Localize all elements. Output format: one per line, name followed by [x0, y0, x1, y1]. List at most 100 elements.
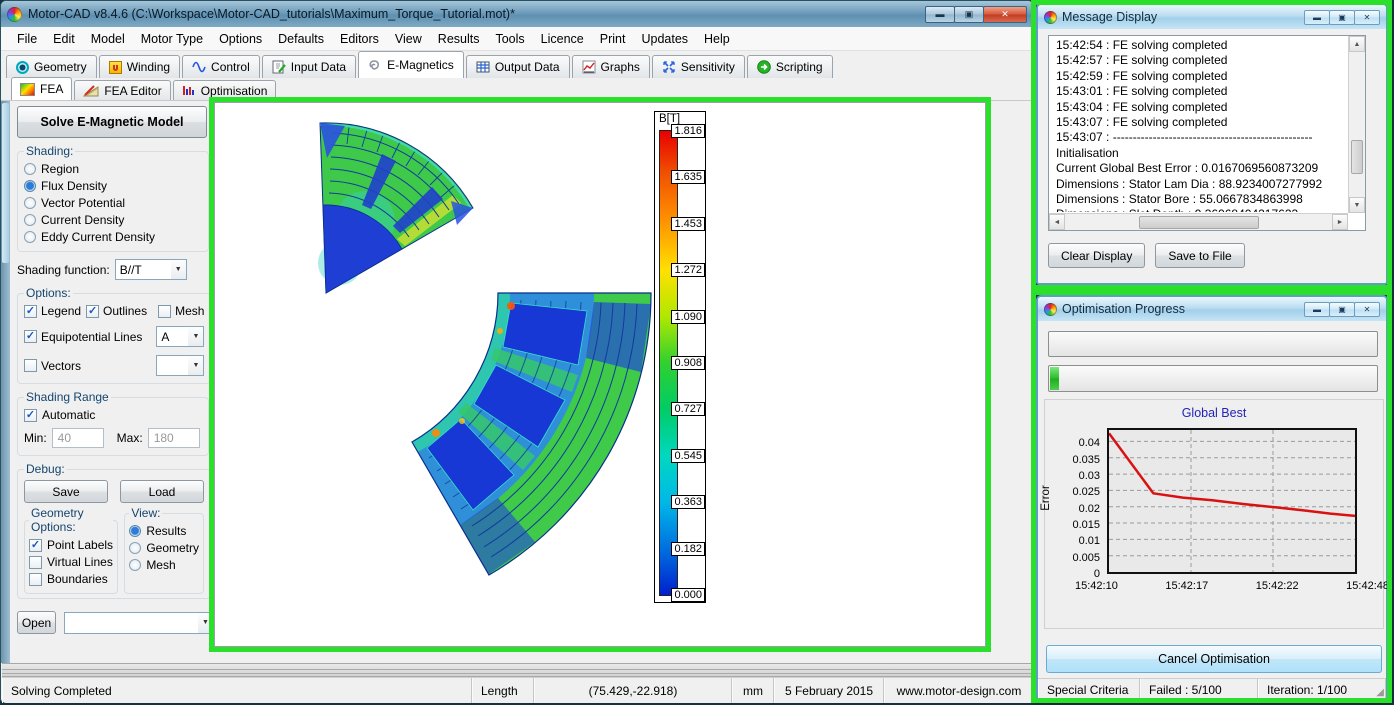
plot-area — [1107, 428, 1357, 574]
log-vscrollbar[interactable]: ▲ ▼ — [1348, 36, 1365, 213]
sidebar-scrollbar[interactable] — [1, 101, 10, 663]
log-line: Dimensions : Slot Depth : 9.369684042176… — [1056, 207, 1347, 212]
outlines-checkbox[interactable]: ✓Outlines — [86, 304, 147, 318]
radio-vector-potential[interactable]: Vector Potential — [24, 196, 202, 210]
tab-sensitivity[interactable]: Sensitivity — [652, 55, 745, 78]
close-icon[interactable]: ✕ — [983, 6, 1027, 23]
tab-geometry[interactable]: Geometry — [6, 55, 97, 78]
radio-results[interactable]: Results — [129, 524, 199, 538]
automatic-checkbox[interactable]: ✓Automatic — [24, 408, 202, 422]
legend-ticks: 1.8161.6351.4531.2721.0900.9080.7270.545… — [669, 124, 705, 602]
tab-graphs[interactable]: Graphs — [572, 55, 650, 78]
radio-mesh[interactable]: Mesh — [129, 558, 199, 572]
maximize-icon[interactable]: ▣ — [1329, 10, 1355, 25]
optimisation-statusbar: Special Criteria Failed : 5/100 Iteratio… — [1038, 678, 1386, 700]
menu-item[interactable]: Print — [592, 29, 634, 49]
point-labels-checkbox[interactable]: ✓Point Labels — [29, 538, 113, 552]
chevron-down-icon: ▼ — [188, 327, 203, 346]
status-length: Length — [472, 678, 534, 703]
max-field[interactable]: 180 — [148, 428, 200, 448]
tab-input-data[interactable]: Input Data — [262, 55, 356, 78]
message-log-list[interactable]: 15:42:54 : FE solving completed15:42:57 … — [1048, 35, 1366, 231]
legend-tick: 1.090 — [671, 310, 705, 324]
optimisation-progress-window: Optimisation Progress ▬ ▣ ✕ Global Best … — [1036, 295, 1388, 700]
log-hscrollbar[interactable]: ◄ ► — [1049, 213, 1348, 230]
menu-item[interactable]: Motor Type — [133, 29, 211, 49]
tab-e-magnetics[interactable]: E-Magnetics — [358, 51, 464, 78]
scroll-down-icon[interactable]: ▼ — [1349, 197, 1365, 213]
menu-item[interactable]: Help — [696, 29, 738, 49]
radio-geometry[interactable]: Geometry — [129, 541, 199, 555]
canvas-hscrollbar[interactable] — [2, 663, 1034, 677]
tab-winding[interactable]: Winding — [99, 55, 180, 78]
subtab-fea[interactable]: FEA — [11, 77, 72, 100]
open-button[interactable]: Open — [17, 611, 56, 634]
menu-item[interactable]: Results — [430, 29, 488, 49]
menu-item[interactable]: Edit — [45, 29, 83, 49]
equipotential-lines-checkbox[interactable]: ✓Equipotential Lines — [24, 330, 151, 344]
maximize-icon[interactable]: ▣ — [954, 6, 984, 23]
shading-function-select[interactable]: B//T▼ — [115, 259, 187, 280]
menu-item[interactable]: File — [9, 29, 45, 49]
checkbox-label: Point Labels — [47, 538, 113, 552]
scroll-up-icon[interactable]: ▲ — [1349, 36, 1365, 52]
scrollbar-thumb[interactable] — [1351, 140, 1363, 174]
minimize-icon[interactable]: ▬ — [925, 6, 955, 23]
clear-display-button[interactable]: Clear Display — [1048, 243, 1145, 268]
view-group: View: Results Geometry Mesh — [124, 506, 204, 594]
maximize-icon[interactable]: ▣ — [1329, 302, 1355, 317]
shading-range-legend: Shading Range — [24, 390, 111, 404]
menu-item[interactable]: Updates — [633, 29, 696, 49]
tab-label: Winding — [127, 60, 170, 74]
menu-item[interactable]: View — [387, 29, 430, 49]
vectors-select[interactable]: ▼ — [156, 355, 204, 376]
menu-item[interactable]: Model — [83, 29, 133, 49]
open-combo[interactable]: ▼ — [64, 612, 214, 634]
close-icon[interactable]: ✕ — [1354, 10, 1380, 25]
radio-eddy-current-density[interactable]: Eddy Current Density — [24, 230, 202, 244]
tab-output-data[interactable]: Output Data — [466, 55, 570, 78]
solve-e-magnetic-model-button[interactable]: Solve E-Magnetic Model — [17, 106, 207, 138]
resize-grip-icon[interactable]: ◢ — [1376, 687, 1384, 698]
equipotential-select[interactable]: A▼ — [156, 326, 204, 347]
mesh-checkbox[interactable]: Mesh — [158, 304, 204, 318]
load-button[interactable]: Load — [120, 480, 204, 503]
optimisation-titlebar[interactable]: Optimisation Progress ▬ ▣ ✕ — [1038, 297, 1386, 321]
menu-item[interactable]: Defaults — [270, 29, 332, 49]
menu-item[interactable]: Options — [211, 29, 270, 49]
save-button[interactable]: Save — [24, 480, 108, 503]
fea-result-canvas[interactable]: B[T] 1.8161.6351.4531.2721.0900.9080.727… — [214, 102, 986, 647]
scrollbar-thumb[interactable] — [2, 103, 9, 263]
main-titlebar[interactable]: Motor-CAD v8.4.6 (C:\Workspace\Motor-CAD… — [1, 1, 1033, 27]
app-icon — [1044, 11, 1057, 24]
boundaries-checkbox[interactable]: Boundaries — [29, 572, 113, 586]
virtual-lines-checkbox[interactable]: Virtual Lines — [29, 555, 113, 569]
close-icon[interactable]: ✕ — [1354, 302, 1380, 317]
save-to-file-button[interactable]: Save to File — [1155, 243, 1244, 268]
cancel-optimisation-button[interactable]: Cancel Optimisation — [1046, 645, 1382, 673]
radio-selected-icon — [129, 525, 141, 537]
radio-flux-density[interactable]: Flux Density — [24, 179, 202, 193]
scrollbar-thumb[interactable] — [1139, 216, 1259, 229]
minimize-icon[interactable]: ▬ — [1304, 302, 1330, 317]
scroll-left-icon[interactable]: ◄ — [1049, 214, 1065, 230]
tab-scripting[interactable]: Scripting — [747, 55, 833, 78]
tab-control[interactable]: Control — [182, 55, 260, 78]
menu-item[interactable]: Editors — [332, 29, 387, 49]
status-coordinates: (75.429,-22.918) — [534, 678, 732, 703]
min-field[interactable]: 40 — [52, 428, 104, 448]
subtab-fea-editor[interactable]: FEA Editor — [74, 80, 170, 100]
tab-label: E-Magnetics — [387, 58, 454, 72]
menu-item[interactable]: Tools — [487, 29, 532, 49]
minimize-icon[interactable]: ▬ — [1304, 10, 1330, 25]
message-display-titlebar[interactable]: Message Display ▬ ▣ ✕ — [1038, 5, 1386, 29]
vectors-checkbox[interactable]: Vectors — [24, 359, 151, 373]
scroll-right-icon[interactable]: ► — [1332, 214, 1348, 230]
chevron-down-icon: ▼ — [198, 613, 213, 633]
radio-region[interactable]: Region — [24, 162, 202, 176]
subtab-optimisation[interactable]: Optimisation — [173, 80, 277, 100]
radio-current-density[interactable]: Current Density — [24, 213, 202, 227]
menu-item[interactable]: Licence — [533, 29, 592, 49]
legend-checkbox[interactable]: ✓Legend — [24, 304, 81, 318]
radio-icon — [129, 559, 141, 571]
